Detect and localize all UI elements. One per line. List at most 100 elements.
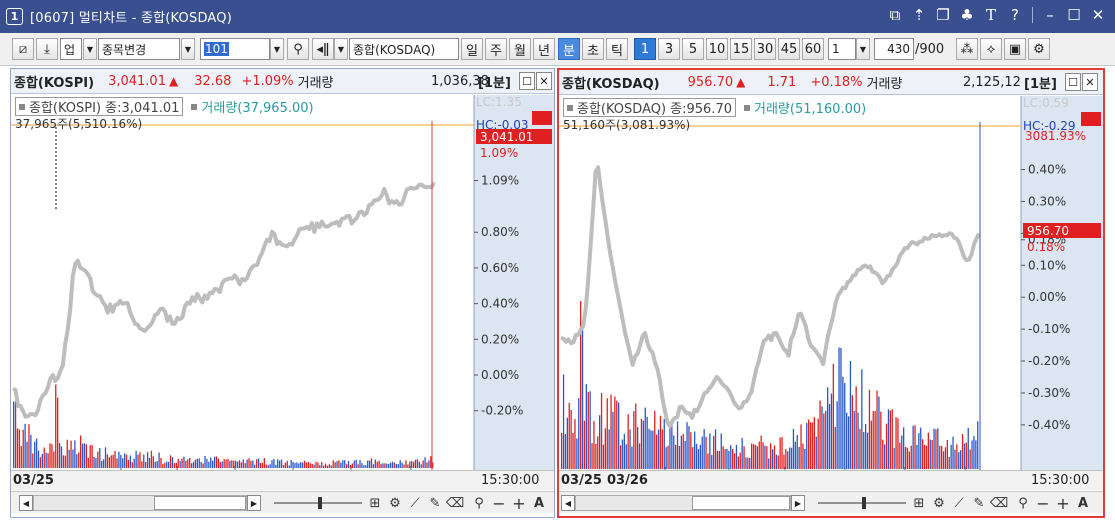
search-icon[interactable]: ⚲ <box>287 38 309 60</box>
zoom-slider[interactable] <box>817 494 907 512</box>
scroll-track[interactable] <box>575 495 791 511</box>
draw-line-icon[interactable]: ⟋ <box>407 494 423 512</box>
scroll-left-icon[interactable]: ◀ <box>19 495 33 511</box>
chart-scrollbar[interactable]: ◀ ▶ ⊞ ⚙ ⟋ ✎ ⌫ ⚲ − + A <box>559 491 1103 513</box>
period-year-button[interactable]: 년 <box>533 38 555 60</box>
scroll-thumb[interactable] <box>692 496 790 510</box>
pen-icon[interactable]: ✎ <box>971 494 987 512</box>
chart-panel-kospi[interactable]: 종합(KOSPI) 3,041.01 ▲ 32.68 +1.09% 거래량 1,… <box>10 68 555 518</box>
period-second-button[interactable]: 초 <box>582 38 604 60</box>
interval-select[interactable]: 1 <box>828 38 856 60</box>
close-panel-icon[interactable]: ✕ <box>536 72 552 90</box>
add-item-icon[interactable]: ⁂ <box>956 38 978 60</box>
help-icon[interactable]: ? <box>1006 5 1024 25</box>
chevron-down-icon[interactable]: ▼ <box>83 38 97 60</box>
pin-icon[interactable]: ⇡ <box>910 5 928 25</box>
minute-1-button[interactable]: 1 <box>634 38 656 60</box>
close-icon[interactable]: ✕ <box>1089 5 1107 25</box>
legend-main[interactable]: 종합(KOSDAQ) 종:956.70 <box>563 98 737 117</box>
minute-60-button[interactable]: 60 <box>802 38 824 60</box>
scroll-right-icon[interactable]: ▶ <box>247 495 261 511</box>
magnifier-icon[interactable]: ⚲ <box>471 494 487 512</box>
minute-15-button[interactable]: 15 <box>730 38 752 60</box>
eraser-icon[interactable]: ⌫ <box>446 494 464 512</box>
legend-volume[interactable]: 거래량(37,965.00) <box>191 97 314 116</box>
chart-panel-kosdaq[interactable]: 종합(KOSDAQ) 956.70 ▲ 1.71 +0.18% 거래량 2,12… <box>557 68 1105 518</box>
interval-indicator[interactable]: [1분] <box>478 72 511 91</box>
minute-30-button[interactable]: 30 <box>754 38 776 60</box>
volume-bar <box>414 459 417 468</box>
eraser-icon[interactable]: ⌫ <box>990 494 1008 512</box>
speaker-icon[interactable]: ◂ǁ <box>312 38 334 60</box>
chevron-down-icon[interactable]: ▼ <box>856 38 870 60</box>
minute-10-button[interactable]: 10 <box>706 38 728 60</box>
chevron-down-icon[interactable]: ▼ <box>334 38 348 60</box>
volume-bar <box>718 451 720 469</box>
volume-bar <box>236 461 239 468</box>
minute-5-button[interactable]: 5 <box>682 38 704 60</box>
gear-icon[interactable]: ⚙ <box>387 494 403 512</box>
y-axis-tick-label: 0.20% <box>481 332 519 346</box>
kospi-chart-canvas[interactable]: 1.09%0.80%0.60%0.40%0.20%0.00%-0.20%1011… <box>11 95 554 470</box>
grid-icon[interactable]: ⊞ <box>367 494 383 512</box>
scroll-left-icon[interactable]: ◀ <box>561 495 575 511</box>
chart-scrollbar[interactable]: ◀ ▶ ⊞ ⚙ ⟋ ✎ ⌫ ⚲ − + A <box>11 491 554 513</box>
period-tick-button[interactable]: 틱 <box>606 38 628 60</box>
overlay-icon[interactable]: ⟡ <box>980 38 1002 60</box>
maximize-panel-icon[interactable]: ☐ <box>1065 73 1081 91</box>
zoom-in-icon[interactable]: + <box>511 494 527 513</box>
volume-bar <box>412 461 415 468</box>
close-panel-icon[interactable]: ✕ <box>1082 73 1098 91</box>
maximize-panel-icon[interactable]: ☐ <box>519 72 535 90</box>
period-week-button[interactable]: 주 <box>485 38 507 60</box>
scroll-thumb[interactable] <box>154 496 246 510</box>
change-item-select[interactable]: 종목변경 <box>98 38 180 60</box>
volume-bar <box>231 460 233 468</box>
volume-bar <box>872 411 874 469</box>
zoom-in-icon[interactable]: + <box>1055 494 1071 513</box>
minute-3-button[interactable]: 3 <box>658 38 680 60</box>
target-field[interactable]: 종합(KOSDAQ) <box>349 38 459 60</box>
font-icon[interactable]: ♣ <box>958 5 976 25</box>
period-month-button[interactable]: 월 <box>509 38 531 60</box>
count-input[interactable]: 430 <box>874 38 914 60</box>
text-icon[interactable]: T <box>982 5 1000 25</box>
code-input[interactable]: 101 <box>200 38 270 60</box>
kosdaq-chart-canvas[interactable]: 0.40%0.30%0.20%0.18%0.10%0.00%-0.10%-0.2… <box>559 96 1103 471</box>
scroll-track[interactable] <box>33 495 247 511</box>
chevron-down-icon[interactable]: ▼ <box>270 38 284 60</box>
scroll-right-icon[interactable]: ▶ <box>791 495 805 511</box>
category-select[interactable]: 업 <box>60 38 82 60</box>
restore-icon[interactable]: ⧉ <box>886 5 904 25</box>
maximize-icon[interactable]: ☐ <box>1065 5 1083 25</box>
volume-bar <box>941 445 943 469</box>
download-icon[interactable]: ⤓ <box>36 38 58 60</box>
zoom-out-icon[interactable]: − <box>491 494 507 513</box>
volume-bar <box>967 427 969 469</box>
gear-icon[interactable]: ⚙ <box>931 494 947 512</box>
gear-icon[interactable]: ⚙ <box>1028 38 1050 60</box>
minimize-icon[interactable]: – <box>1041 5 1059 25</box>
volume-bar <box>923 444 926 469</box>
magnifier-icon[interactable]: ⚲ <box>1015 494 1031 512</box>
window-icon[interactable]: ❐ <box>934 5 952 25</box>
legend-main[interactable]: 종합(KOSPI) 종:3,041.01 <box>15 97 184 116</box>
volume-bar <box>756 446 758 469</box>
minute-45-button[interactable]: 45 <box>778 38 800 60</box>
volume-bar <box>619 445 622 469</box>
period-minute-button[interactable]: 분 <box>558 38 580 60</box>
period-day-button[interactable]: 일 <box>461 38 483 60</box>
window-number-badge[interactable]: 1 <box>6 8 23 25</box>
draw-line-icon[interactable]: ⟋ <box>951 494 967 512</box>
pen-icon[interactable]: ✎ <box>427 494 443 512</box>
legend-volume[interactable]: 거래량(51,160.00) <box>744 98 866 117</box>
zoom-out-icon[interactable]: − <box>1035 494 1051 513</box>
zoom-slider[interactable] <box>273 494 363 512</box>
chevron-down-icon[interactable]: ▼ <box>181 38 195 60</box>
font-size-icon[interactable]: A <box>1075 494 1091 512</box>
grid-icon[interactable]: ⊞ <box>911 494 927 512</box>
font-size-icon[interactable]: A <box>531 494 547 512</box>
save-icon[interactable]: ▣ <box>1004 38 1026 60</box>
interval-indicator[interactable]: [1분] <box>1024 73 1057 92</box>
layout-icon[interactable]: ⧄ <box>12 38 34 60</box>
